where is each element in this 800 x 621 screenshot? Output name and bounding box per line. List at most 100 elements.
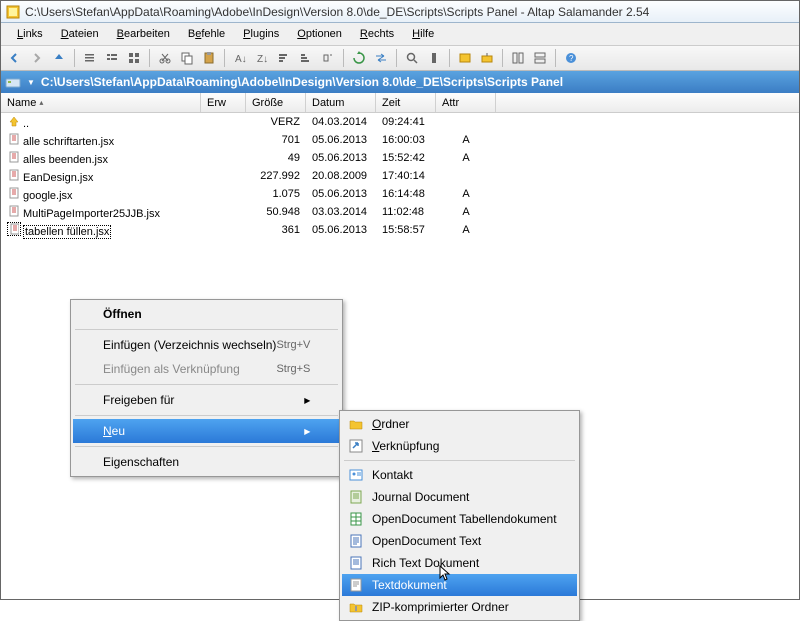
pathbar: ▼ C:\Users\Stefan\AppData\Roaming\Adobe\…: [1, 71, 799, 93]
menu-befehle[interactable]: Befehle: [180, 25, 233, 43]
file-date: 05.06.2013: [306, 133, 376, 147]
table-row[interactable]: tabellen füllen.jsx 361 05.06.2013 15:58…: [1, 221, 799, 239]
file-size: VERZ: [246, 115, 306, 129]
file-attr: A: [436, 133, 496, 147]
file-erw: [201, 139, 246, 141]
tool-sort4-icon[interactable]: [296, 48, 316, 68]
file-time: 16:14:48: [376, 187, 436, 201]
tool-cut-icon[interactable]: [155, 48, 175, 68]
file-attr: A: [436, 187, 496, 201]
updir-icon: [7, 114, 21, 128]
menu-links[interactable]: Links: [9, 25, 51, 43]
context-menu: Öffnen Einfügen (Verzeichnis wechseln)St…: [70, 299, 343, 477]
submenu-rtf[interactable]: Rich Text Dokument: [342, 552, 577, 574]
submenu-folder[interactable]: Ordner: [342, 413, 577, 435]
menu-hilfe[interactable]: Hilfe: [404, 25, 442, 43]
tool-thumbs-icon[interactable]: [124, 48, 144, 68]
submenu-zip[interactable]: ZIP-komprimierter Ordner: [342, 596, 577, 618]
app-icon: [5, 4, 21, 20]
submenu-opendoc-table[interactable]: OpenDocument Tabellendokument: [342, 508, 577, 530]
file-time: 16:00:03: [376, 133, 436, 147]
context-new[interactable]: Neu▶: [73, 419, 340, 443]
file-size: 1.075: [246, 187, 306, 201]
table-row[interactable]: alles beenden.jsx 49 05.06.2013 15:52:42…: [1, 149, 799, 167]
file-list[interactable]: .. VERZ 04.03.2014 09:24:41 alle schrift…: [1, 113, 799, 239]
tool-list-icon[interactable]: [80, 48, 100, 68]
tool-find-icon[interactable]: [402, 48, 422, 68]
table-row[interactable]: alle schriftarten.jsx 701 05.06.2013 16:…: [1, 131, 799, 149]
tool-help-icon[interactable]: ?: [561, 48, 581, 68]
col-header-erw[interactable]: Erw: [201, 93, 246, 112]
tool-split-h-icon[interactable]: [508, 48, 528, 68]
file-icon: [7, 150, 21, 164]
file-name: EanDesign.jsx: [23, 172, 93, 184]
context-paste-shortcut: Einfügen als VerknüpfungStrg+S: [73, 357, 340, 381]
tool-filter-icon[interactable]: [424, 48, 444, 68]
drive-icon[interactable]: [5, 74, 21, 90]
window-title: C:\Users\Stefan\AppData\Roaming\Adobe\In…: [25, 5, 649, 19]
tool-sort2-icon[interactable]: Z↓: [252, 48, 272, 68]
file-attr: A: [436, 223, 496, 237]
rtf-icon: [348, 555, 364, 571]
context-paste-cd[interactable]: Einfügen (Verzeichnis wechseln)Strg+V: [73, 333, 340, 357]
col-header-name[interactable]: Name: [1, 93, 201, 112]
submenu-arrow-icon: ▶: [304, 427, 310, 436]
submenu-opendoc-text[interactable]: OpenDocument Text: [342, 530, 577, 552]
tool-split-v-icon[interactable]: [530, 48, 550, 68]
toolbar-separator: [396, 49, 397, 67]
table-row[interactable]: MultiPageImporter25JJB.jsx 50.948 03.03.…: [1, 203, 799, 221]
file-name: ..: [23, 118, 29, 130]
file-time: 17:40:14: [376, 169, 436, 183]
tool-sort3-icon[interactable]: [274, 48, 294, 68]
toolbar-separator: [74, 49, 75, 67]
context-properties[interactable]: Eigenschaften: [73, 450, 340, 474]
tool-unzip-icon[interactable]: [477, 48, 497, 68]
menu-bearbeiten[interactable]: Bearbeiten: [109, 25, 178, 43]
file-size: 49: [246, 151, 306, 165]
file-name: alle schriftarten.jsx: [23, 136, 114, 148]
submenu-shortcut[interactable]: Verknüpfung: [342, 435, 577, 457]
table-row[interactable]: .. VERZ 04.03.2014 09:24:41: [1, 113, 799, 131]
col-header-zeit[interactable]: Zeit: [376, 93, 436, 112]
menu-rechts[interactable]: Rechts: [352, 25, 402, 43]
tool-srefresh-icon[interactable]: [349, 48, 369, 68]
tool-paste-icon[interactable]: [199, 48, 219, 68]
tool-forward-icon[interactable]: [27, 48, 47, 68]
context-share[interactable]: Freigeben für▶: [73, 388, 340, 412]
tool-sort1-icon[interactable]: A↓: [230, 48, 250, 68]
menu-optionen[interactable]: Optionen: [289, 25, 350, 43]
toolbar-separator: [449, 49, 450, 67]
menu-dateien[interactable]: Dateien: [53, 25, 107, 43]
file-icon: [7, 222, 21, 236]
tool-zip-icon[interactable]: [455, 48, 475, 68]
submenu-journal[interactable]: Journal Document: [342, 486, 577, 508]
file-date: 20.08.2009: [306, 169, 376, 183]
menu-plugins[interactable]: Plugins: [235, 25, 287, 43]
current-path[interactable]: C:\Users\Stefan\AppData\Roaming\Adobe\In…: [41, 75, 563, 89]
svg-text:Z↓: Z↓: [257, 54, 268, 65]
col-header-groesse[interactable]: Größe: [246, 93, 306, 112]
tool-swap-icon[interactable]: [371, 48, 391, 68]
tool-details-icon[interactable]: [102, 48, 122, 68]
file-erw: [201, 157, 246, 159]
table-row[interactable]: EanDesign.jsx 227.992 20.08.2009 17:40:1…: [1, 167, 799, 185]
toolbar-separator: [224, 49, 225, 67]
tool-copy-icon[interactable]: [177, 48, 197, 68]
submenu-kontakt[interactable]: Kontakt: [342, 464, 577, 486]
tool-sort5-icon[interactable]: [318, 48, 338, 68]
table-row[interactable]: google.jsx 1.075 05.06.2013 16:14:48 A: [1, 185, 799, 203]
menubar: Links Dateien Bearbeiten Befehle Plugins…: [1, 23, 799, 45]
submenu-new: Ordner Verknüpfung Kontakt Journal Docum…: [339, 410, 580, 621]
file-erw: [201, 229, 246, 231]
file-size: 50.948: [246, 205, 306, 219]
col-header-datum[interactable]: Datum: [306, 93, 376, 112]
toolbar: A↓ Z↓ ?: [1, 45, 799, 71]
drive-dropdown-icon[interactable]: ▼: [27, 78, 35, 87]
file-list-headers: Name Erw Größe Datum Zeit Attr: [1, 93, 799, 113]
tool-back-icon[interactable]: [5, 48, 25, 68]
tool-up-icon[interactable]: [49, 48, 69, 68]
submenu-textdokument[interactable]: Textdokument: [342, 574, 577, 596]
col-header-attr[interactable]: Attr: [436, 93, 496, 112]
file-date: 05.06.2013: [306, 187, 376, 201]
context-open[interactable]: Öffnen: [73, 302, 340, 326]
